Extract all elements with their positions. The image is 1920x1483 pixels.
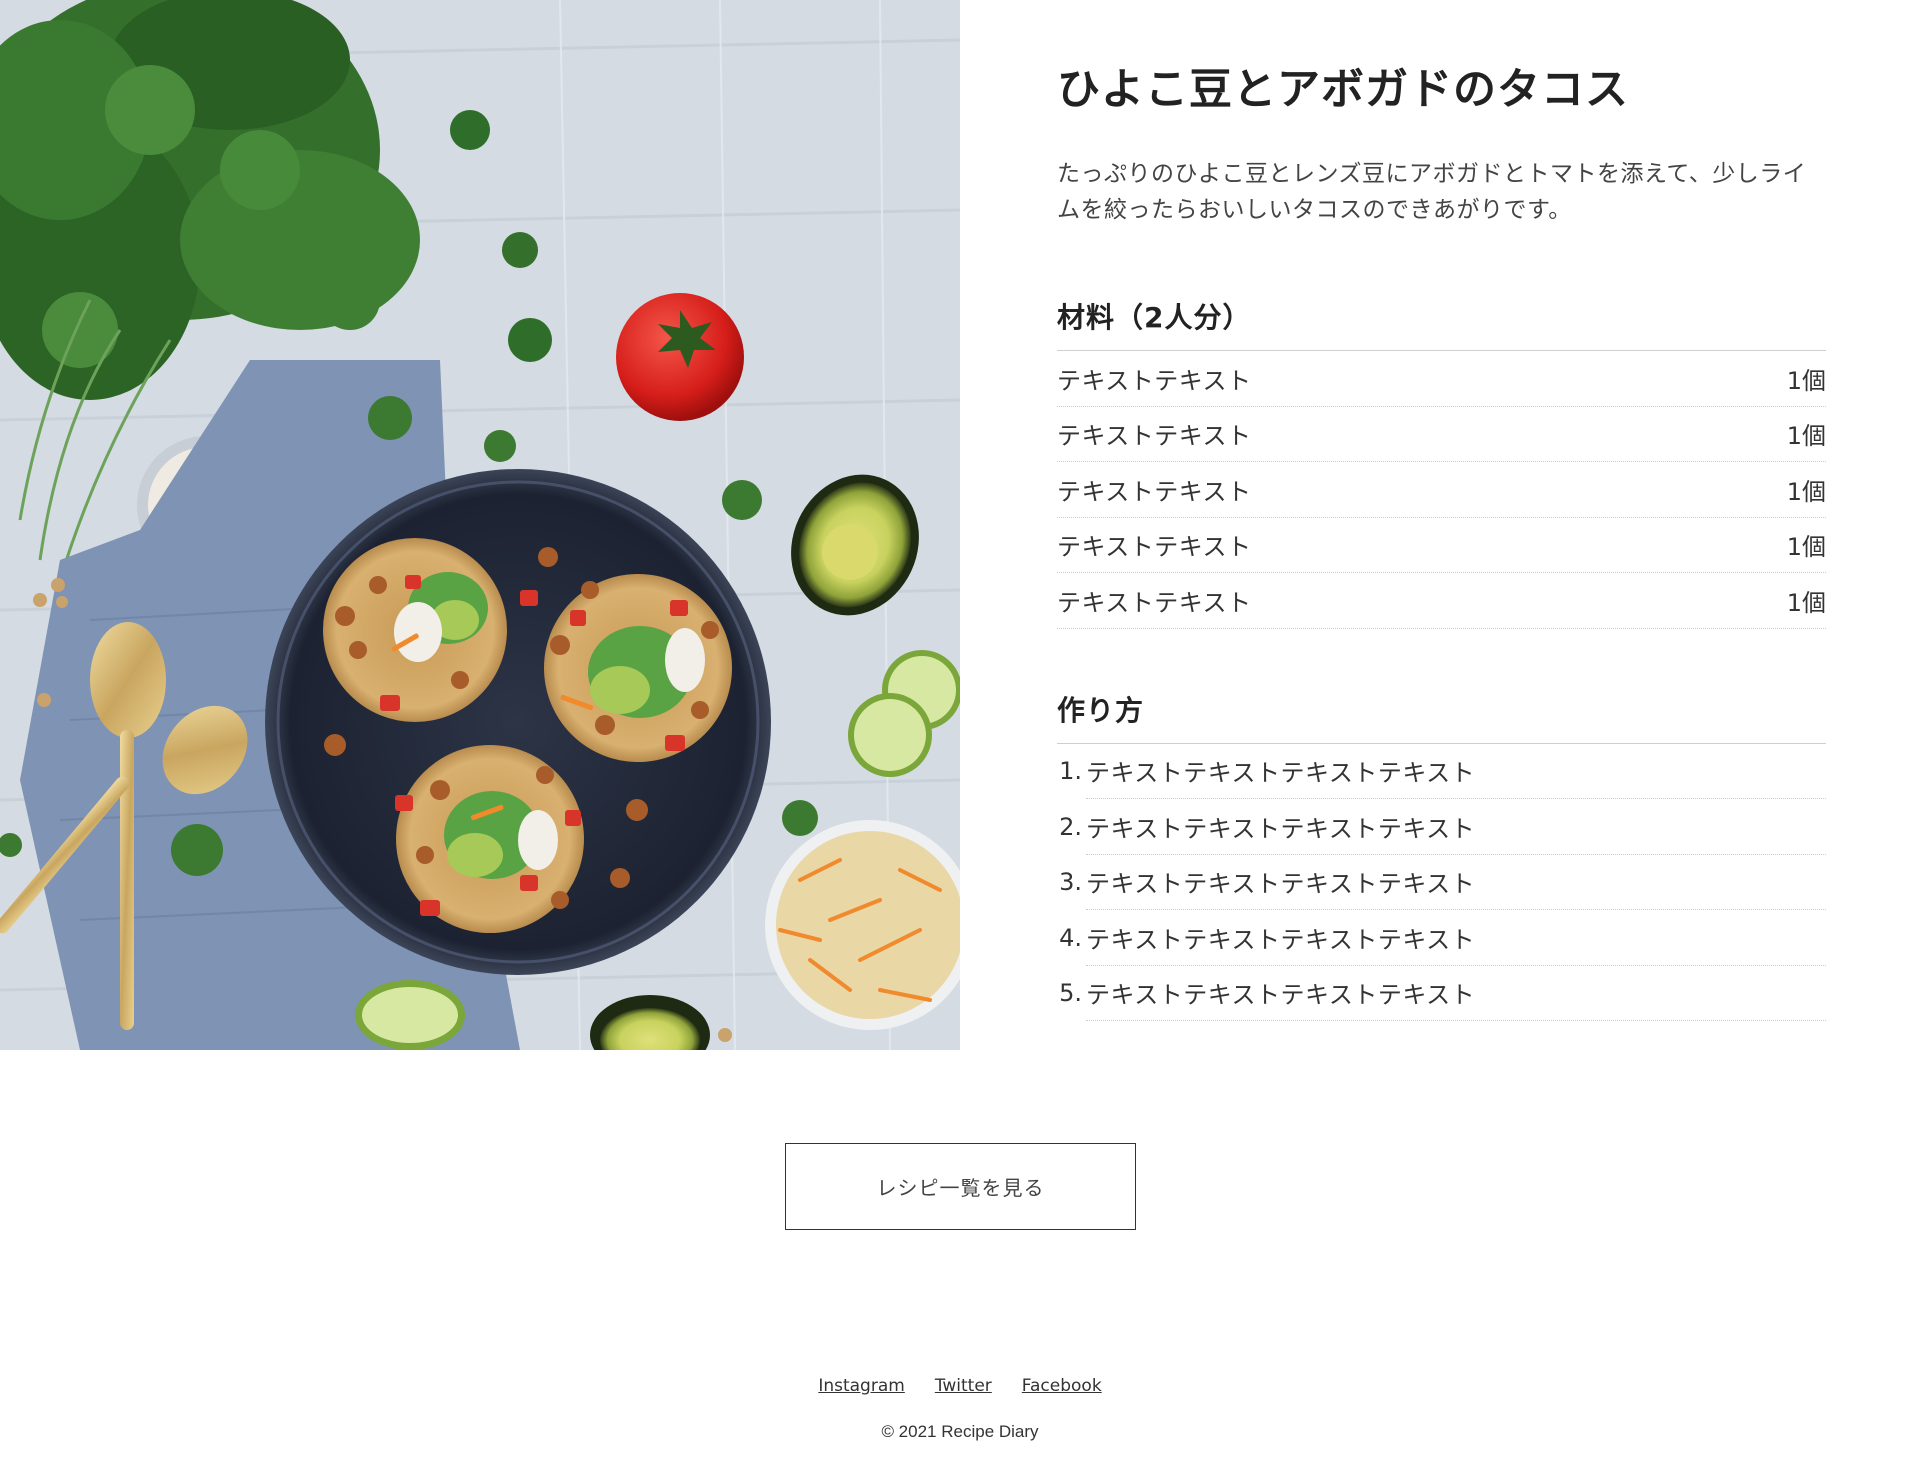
twitter-link[interactable]: Twitter bbox=[935, 1376, 992, 1396]
ingredient-list: テキストテキスト 1個 テキストテキスト 1個 テキストテキスト 1個 テキスト… bbox=[1057, 351, 1826, 629]
step-text: テキストテキストテキストテキスト bbox=[1086, 855, 1826, 910]
ingredient-name: テキストテキスト bbox=[1057, 477, 1252, 506]
steps-section: 作り方 1. テキストテキストテキストテキスト 2. テキストテキストテキストテ… bbox=[1057, 689, 1826, 1021]
step-text: テキストテキストテキストテキスト bbox=[1086, 910, 1826, 966]
step-text: テキストテキストテキストテキスト bbox=[1086, 966, 1826, 1021]
ingredient-row: テキストテキスト 1個 bbox=[1057, 573, 1826, 629]
step-item: 2. テキストテキストテキストテキスト bbox=[1057, 799, 1826, 855]
step-item: 4. テキストテキストテキストテキスト bbox=[1057, 910, 1826, 966]
recipe-photo bbox=[0, 0, 960, 1050]
ingredient-row: テキストテキスト 1個 bbox=[1057, 407, 1826, 462]
step-list: 1. テキストテキストテキストテキスト 2. テキストテキストテキストテキスト … bbox=[1057, 744, 1826, 1021]
ingredient-quantity: 1個 bbox=[1786, 366, 1826, 395]
ingredient-quantity: 1個 bbox=[1786, 533, 1826, 562]
copyright: © 2021 Recipe Diary bbox=[881, 1422, 1039, 1441]
ingredient-quantity: 1個 bbox=[1786, 588, 1826, 617]
step-item: 3. テキストテキストテキストテキスト bbox=[1057, 855, 1826, 910]
recipe-detail: ひよこ豆とアボガドのタコス たっぷりのひよこ豆とレンズ豆にアボガドとトマトを添え… bbox=[1057, 62, 1826, 1021]
ingredient-name: テキストテキスト bbox=[1057, 588, 1252, 617]
step-number: 3. bbox=[1059, 868, 1082, 897]
step-item: 1. テキストテキストテキストテキスト bbox=[1057, 744, 1826, 799]
ingredients-section: 材料（2人分） テキストテキスト 1個 テキストテキスト 1個 テキストテキスト… bbox=[1057, 296, 1826, 629]
step-item: 5. テキストテキストテキストテキスト bbox=[1057, 966, 1826, 1021]
recipe-description: たっぷりのひよこ豆とレンズ豆にアボガドとトマトを添えて、少しライムを絞ったらおい… bbox=[1057, 161, 1807, 223]
social-links: Instagram Twitter Facebook bbox=[0, 1376, 1920, 1396]
step-text: テキストテキストテキストテキスト bbox=[1086, 744, 1826, 799]
step-number: 1. bbox=[1059, 757, 1082, 786]
recipe-title: ひよこ豆とアボガドのタコス bbox=[1057, 65, 1629, 115]
ingredients-heading: 材料（2人分） bbox=[1057, 296, 1826, 351]
instagram-link[interactable]: Instagram bbox=[818, 1376, 905, 1396]
ingredient-name: テキストテキスト bbox=[1057, 366, 1252, 395]
step-number: 5. bbox=[1059, 979, 1082, 1008]
ingredient-quantity: 1個 bbox=[1786, 477, 1826, 506]
facebook-link[interactable]: Facebook bbox=[1022, 1376, 1102, 1396]
step-text: テキストテキストテキストテキスト bbox=[1086, 799, 1826, 855]
steps-heading: 作り方 bbox=[1057, 689, 1826, 744]
step-number: 2. bbox=[1059, 812, 1082, 841]
ingredient-name: テキストテキスト bbox=[1057, 422, 1252, 451]
ingredient-name: テキストテキスト bbox=[1057, 533, 1252, 562]
footer: Instagram Twitter Facebook © 2021 Recipe… bbox=[0, 1376, 1920, 1442]
recipe-list-button[interactable]: レシピ一覧を見る bbox=[785, 1143, 1136, 1230]
ingredient-row: テキストテキスト 1個 bbox=[1057, 518, 1826, 573]
ingredient-row: テキストテキスト 1個 bbox=[1057, 462, 1826, 518]
ingredient-row: テキストテキスト 1個 bbox=[1057, 351, 1826, 407]
ingredient-quantity: 1個 bbox=[1786, 422, 1826, 451]
step-number: 4. bbox=[1059, 923, 1082, 952]
